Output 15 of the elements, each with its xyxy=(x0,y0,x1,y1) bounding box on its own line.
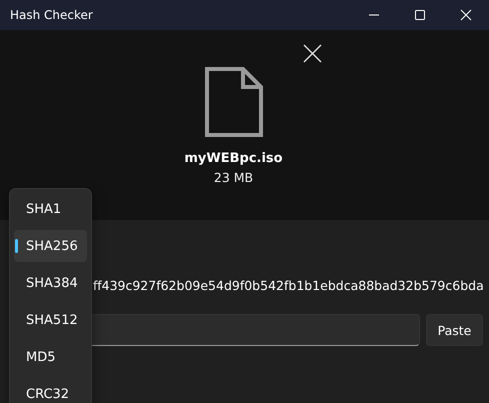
file-icon xyxy=(204,67,262,137)
maximize-icon xyxy=(414,9,426,21)
close-icon xyxy=(460,9,472,21)
window-title: Hash Checker xyxy=(10,8,94,22)
menu-item[interactable]: MD5 xyxy=(14,341,87,373)
menu-item[interactable]: CRC32 xyxy=(14,378,87,403)
menu-item[interactable]: SHA384 xyxy=(14,267,87,299)
hash-value: ff439c927f62b09e54d9f0b542fb1b1ebdca88bad32b579c6bda xyxy=(93,278,484,294)
menu-item[interactable]: SHA512 xyxy=(14,304,87,336)
file-name: myWEBpc.iso xyxy=(184,151,283,166)
paste-button[interactable]: Paste xyxy=(426,314,483,346)
close-icon[interactable] xyxy=(302,43,323,64)
menu-item[interactable]: SHA256 xyxy=(14,230,87,262)
menu-item[interactable]: SHA1 xyxy=(14,193,87,225)
file-size: 23 MB xyxy=(214,170,254,185)
